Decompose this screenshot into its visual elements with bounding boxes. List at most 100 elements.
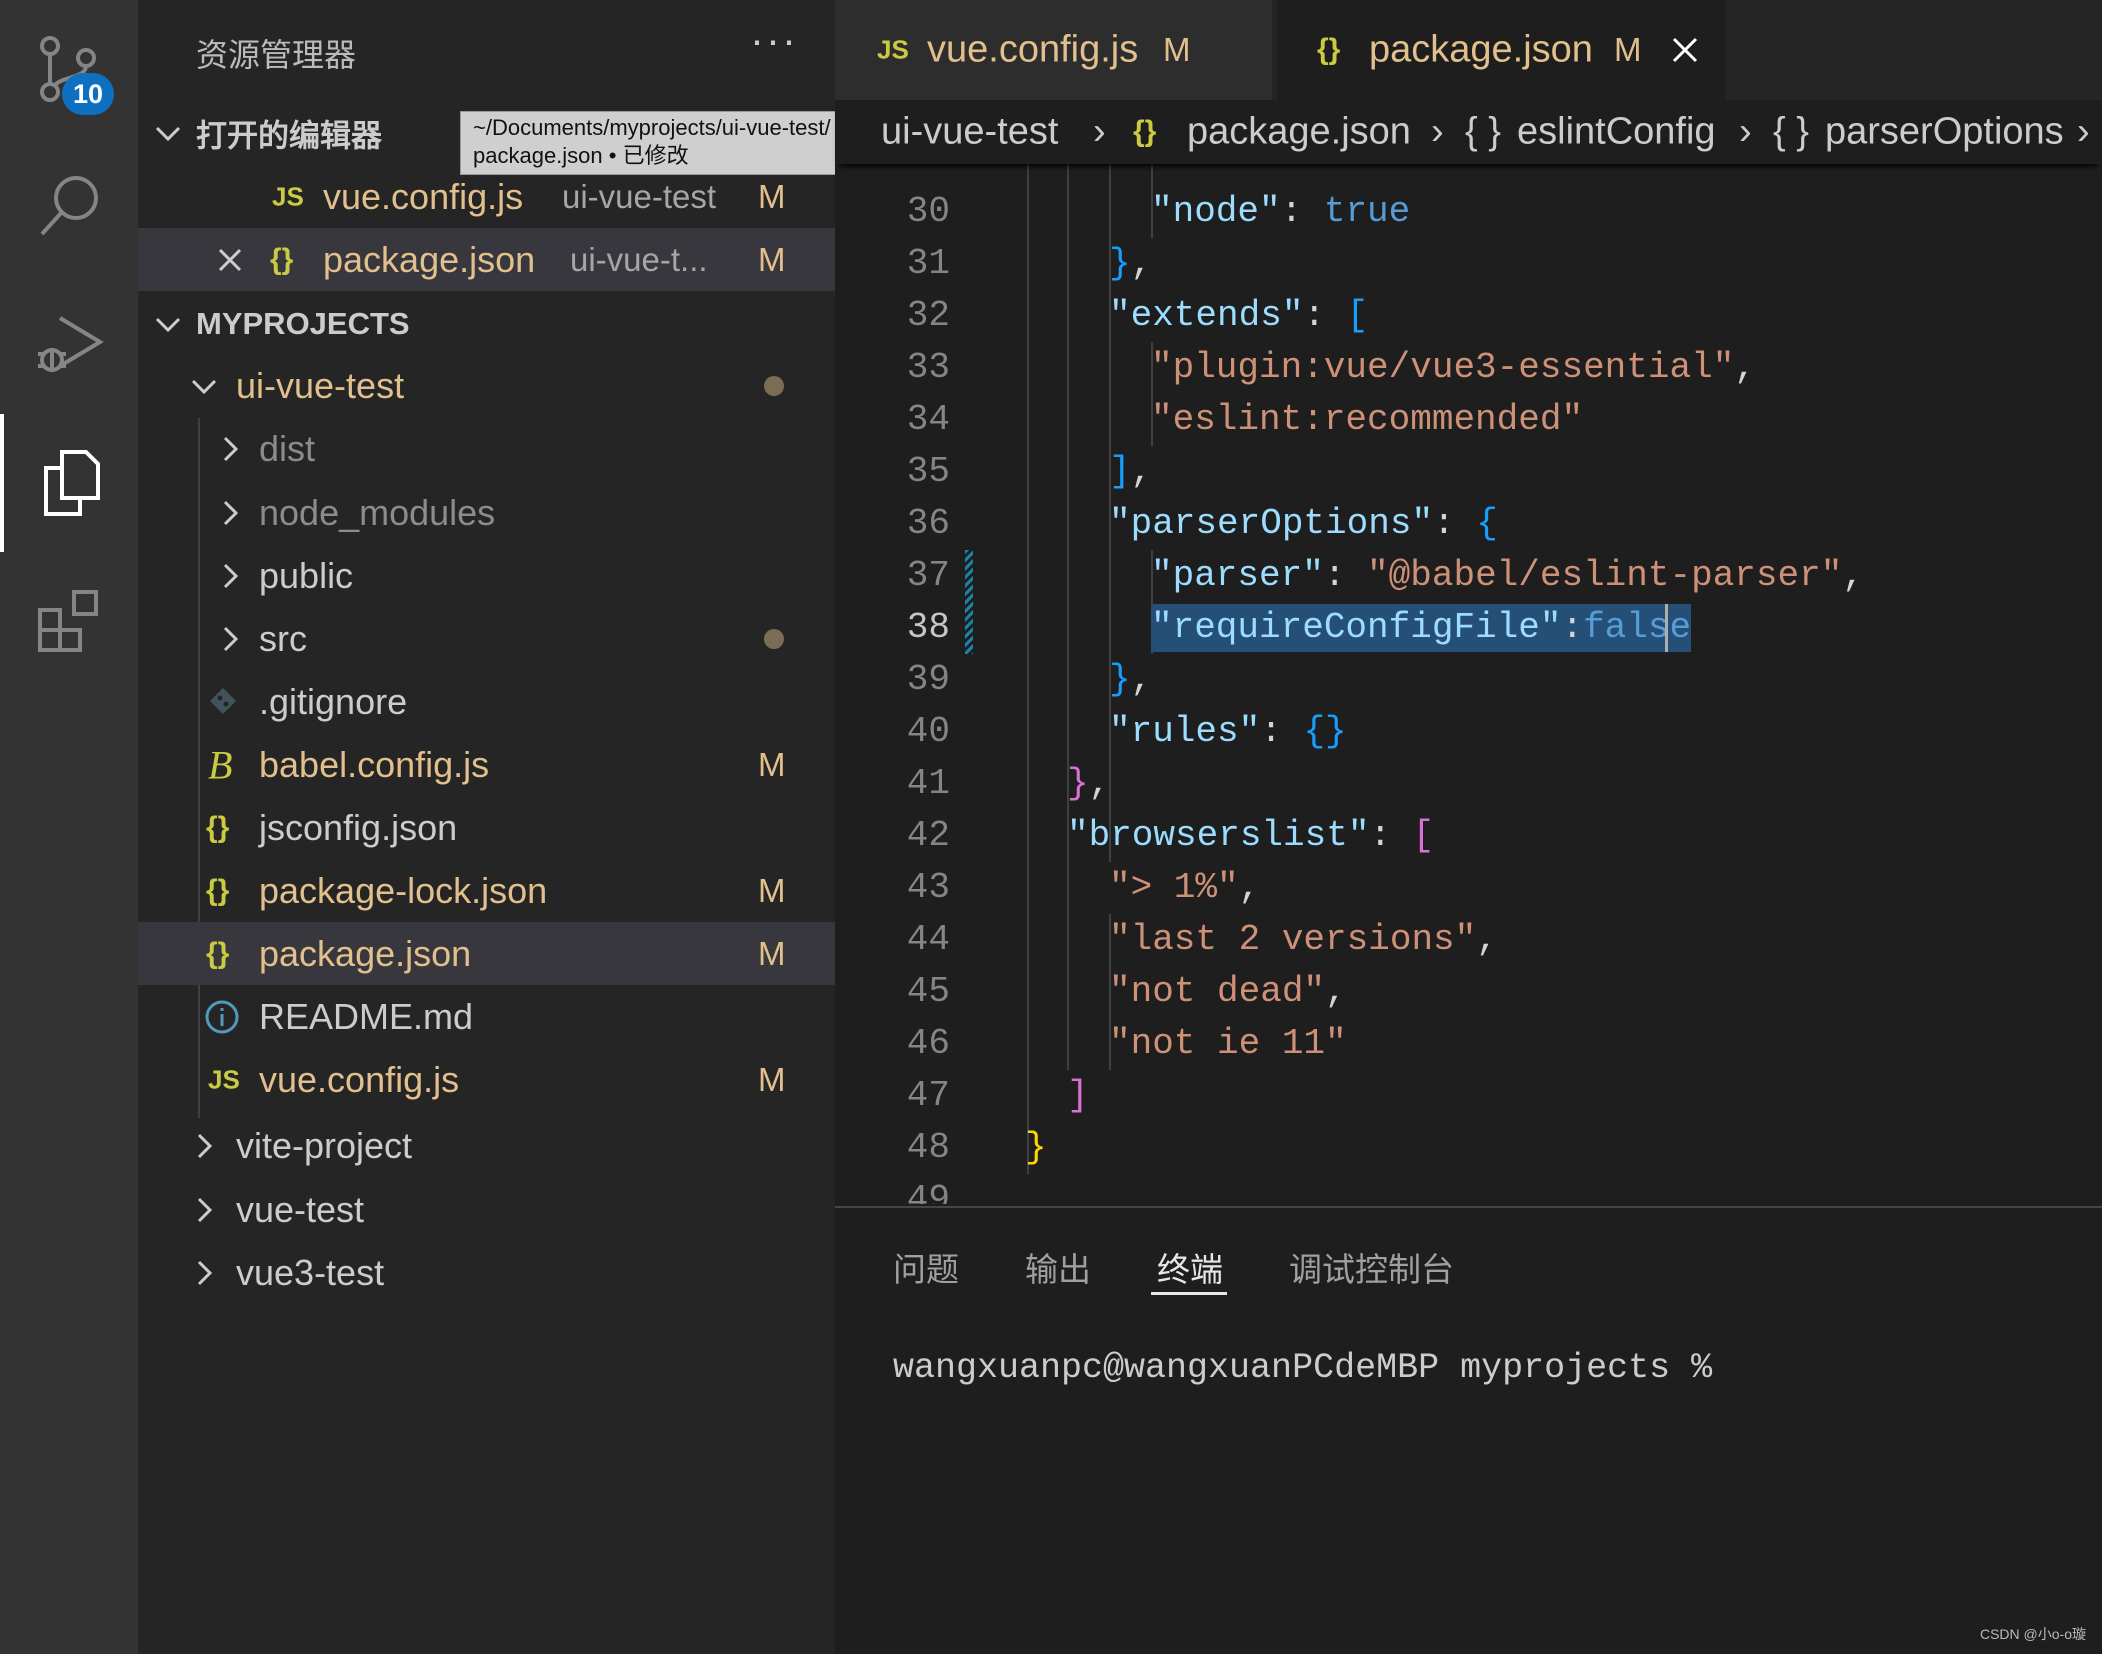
tree-item-selected[interactable]: {} package.json M (138, 922, 835, 985)
git-file-icon (210, 688, 236, 714)
tab-debug-console[interactable]: 调试控制台 (1289, 1243, 1454, 1291)
chevron-down-icon (191, 379, 217, 394)
code-line: "node": true (1151, 191, 1411, 232)
file-name: vue.config.js (259, 1058, 460, 1100)
line-number: 33 (906, 347, 950, 388)
folder-row[interactable]: vue-test (138, 1178, 835, 1241)
workspace-label: MYPROJECTS (196, 305, 410, 341)
vscode-window: 10 资源管理器 ··· 打开的编辑器 JS vue.config.js ui-… (0, 0, 2102, 1654)
file-name: .gitignore (259, 680, 408, 722)
extensions-button[interactable] (0, 552, 138, 690)
code-line: "browserslist": [ (1067, 815, 1435, 856)
folder-name: dist (259, 427, 316, 469)
open-editor-desc: ui-vue-t... (570, 240, 708, 278)
source-control-button[interactable]: 10 (0, 0, 138, 138)
line-number: 48 (906, 1127, 950, 1168)
code-line: } (1025, 1127, 1047, 1168)
chevron-right-icon: › (1093, 110, 1106, 153)
chevron-down-icon (155, 317, 181, 332)
code-line: }, (1109, 243, 1153, 284)
close-icon[interactable] (1669, 34, 1701, 66)
watermark: CSDN @小o-o璇 (1979, 1626, 2086, 1642)
chevron-right-icon: › (2077, 110, 2090, 153)
breadcrumb-folder[interactable]: ui-vue-test (881, 111, 1058, 154)
tab-terminal[interactable]: 终端 (1157, 1243, 1223, 1291)
json-file-icon: {} (206, 936, 230, 970)
file-name: README.md (259, 995, 474, 1037)
js-file-icon: JS (272, 181, 304, 211)
editor-tabs: JS vue.config.js M {} package.json M (835, 0, 2102, 100)
breadcrumb-file[interactable]: package.json (1187, 111, 1411, 154)
diff-modified-marker[interactable] (965, 550, 973, 654)
open-editor-item[interactable]: {} package.json ui-vue-t... M (138, 228, 835, 291)
line-number: 40 (906, 711, 950, 752)
line-number: 42 (906, 815, 950, 856)
run-debug-button[interactable] (0, 276, 138, 414)
code-line: ], (1109, 451, 1153, 492)
file-name: package.json (259, 932, 472, 974)
line-number: 44 (906, 919, 950, 960)
line-number: 31 (906, 243, 950, 284)
more-actions-button[interactable]: ··· (750, 16, 798, 64)
folder-name: public (259, 554, 354, 596)
files-icon (44, 450, 100, 516)
open-editor-name: vue.config.js (323, 175, 524, 217)
close-icon[interactable] (214, 244, 246, 276)
json-file-icon: {} (270, 242, 294, 276)
terminal-prompt[interactable]: wangxuanpc@wangxuanPCdeMBP myprojects % (893, 1348, 1712, 1388)
tree-item[interactable]: node_modules (138, 481, 835, 544)
line-number: 49 (906, 1179, 950, 1204)
tree-item[interactable]: README.md (138, 985, 835, 1048)
search-button[interactable] (0, 138, 138, 276)
code-line: "eslint:recommended" (1151, 399, 1584, 440)
tab-package-json[interactable]: {} package.json M (1277, 0, 1725, 100)
file-name: jsconfig.json (259, 806, 458, 848)
git-status: M (758, 934, 786, 972)
indent-guide (1067, 164, 1069, 1070)
folder-name: vue3-test (236, 1251, 385, 1293)
tree-item[interactable]: {} jsconfig.json (138, 796, 835, 859)
open-editors-label: 打开的编辑器 (196, 118, 382, 153)
folder-row[interactable]: vite-project (138, 1114, 835, 1177)
source-control-badge: 10 (62, 73, 114, 115)
json-file-icon: {} (206, 810, 230, 844)
search-icon (40, 176, 98, 236)
tree-item[interactable]: public (138, 544, 835, 607)
chevron-right-icon: › (1739, 110, 1752, 153)
info-icon (205, 1000, 239, 1034)
folder-row[interactable]: vue3-test (138, 1241, 835, 1304)
path-tooltip: ~/Documents/myprojects/ui-vue-test/ pack… (460, 111, 835, 175)
folder-name: vue-test (236, 1188, 365, 1230)
line-number: 45 (906, 971, 950, 1012)
breadcrumb-symbol[interactable]: eslintConfig (1517, 111, 1716, 154)
tab-vue-config[interactable]: JS vue.config.js M (835, 0, 1272, 100)
activity-bar: 10 (0, 0, 138, 1654)
git-status: M (758, 1060, 786, 1098)
folder-row[interactable]: ui-vue-test (138, 354, 835, 417)
tree-item[interactable]: {} package-lock.json M (138, 859, 835, 922)
text-cursor (1665, 604, 1668, 652)
editor-area: JS vue.config.js M {} package.json M ui-… (835, 0, 2102, 1654)
js-file-icon: JS (208, 1064, 240, 1094)
tree-item[interactable]: .gitignore (138, 670, 835, 733)
line-number: 46 (906, 1023, 950, 1064)
explorer-button[interactable] (0, 414, 138, 552)
tree-item[interactable]: JS vue.config.js M (138, 1048, 835, 1111)
breadcrumb-symbol[interactable]: parserOptions (1825, 111, 2064, 154)
tree-item[interactable]: B babel.config.js M (138, 733, 835, 796)
line-number: 32 (906, 295, 950, 336)
tab-output[interactable]: 输出 (1025, 1243, 1091, 1291)
chevron-right-icon (197, 1260, 213, 1285)
tab-problems[interactable]: 问题 (893, 1243, 959, 1291)
modified-dot (764, 375, 784, 396)
chevron-right-icon (197, 1197, 213, 1222)
tree-item[interactable]: src (138, 607, 835, 670)
code-line-selected[interactable]: "requireConfigFile":false (1151, 604, 1692, 652)
tree-item[interactable]: dist (138, 417, 835, 480)
code-editor[interactable]: 30 31 32 33 34 35 36 37 38 39 40 41 42 4… (835, 164, 2102, 1204)
workspace-header[interactable]: MYPROJECTS (138, 292, 835, 355)
chevron-right-icon (223, 563, 239, 588)
code-line: "extends": [ (1109, 295, 1369, 336)
tooltip-status: package.json • 已修改 (473, 143, 689, 168)
code-line: "parserOptions": { (1109, 503, 1498, 544)
